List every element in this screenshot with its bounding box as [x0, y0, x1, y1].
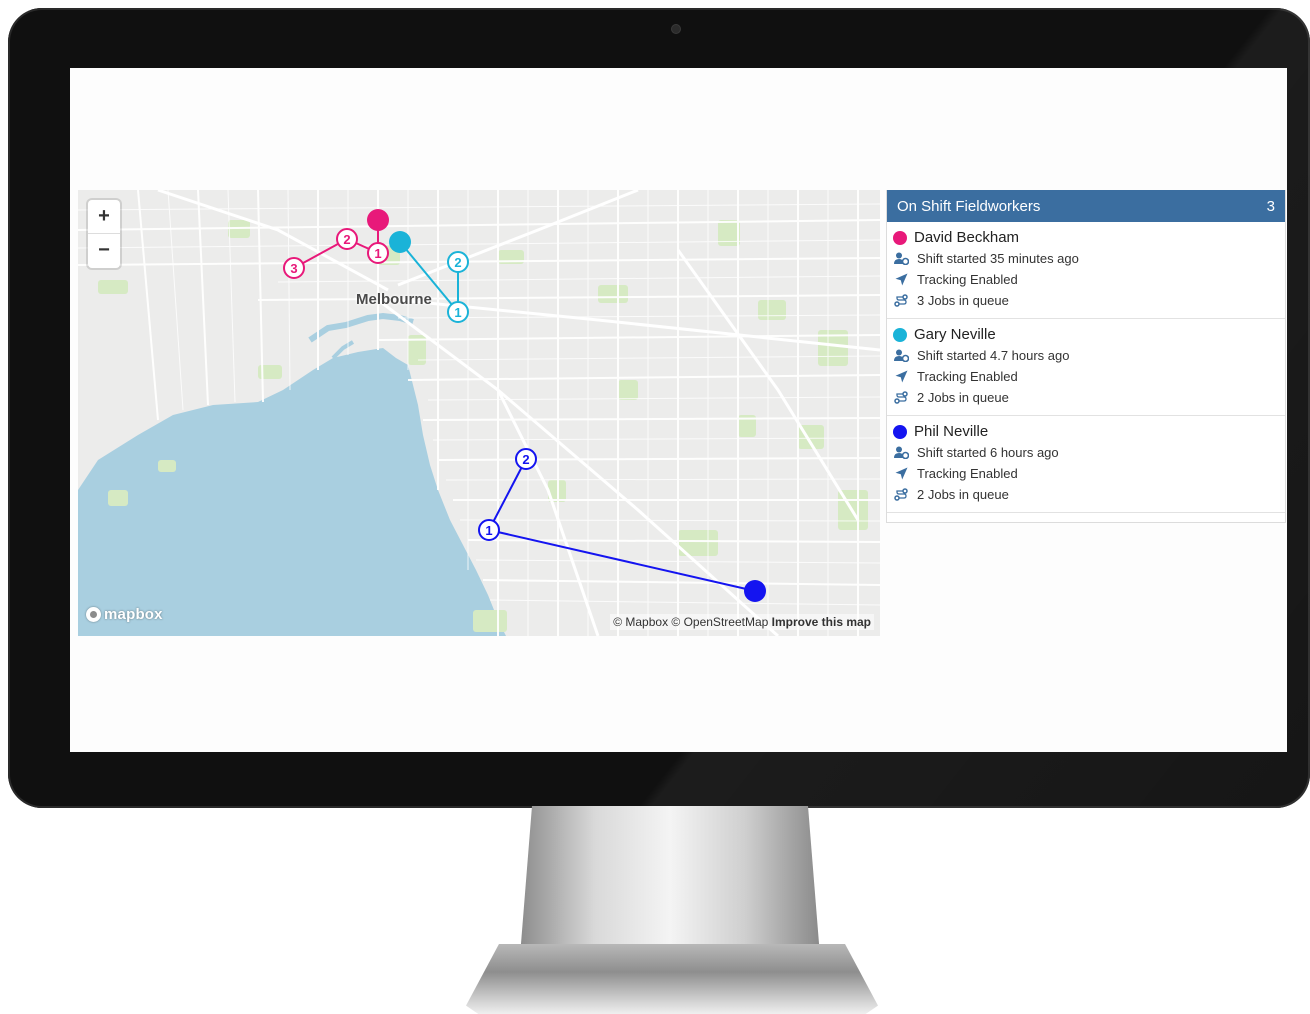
marker-phil-neville [744, 580, 766, 602]
status-dot-icon [893, 424, 907, 439]
panel-title: On Shift Fieldworkers [897, 197, 1041, 215]
location-arrow-icon [893, 370, 909, 384]
fieldworker-item[interactable]: Gary Neville Shift started 4.7 hours ago… [887, 319, 1285, 416]
route-label-gary-2: 2 [454, 255, 461, 270]
improve-map-link[interactable]: Improve this map [772, 615, 871, 629]
screen: 1 2 2 1 3 2 1 Melbourne + − mapbox © Map… [70, 68, 1287, 752]
mapbox-logo[interactable]: mapbox [86, 606, 163, 623]
shift-text: Shift started 6 hours ago [917, 445, 1059, 460]
user-clock-icon [893, 252, 909, 266]
route-label-david-3: 3 [290, 261, 297, 276]
tracking-row: Tracking Enabled [893, 463, 1279, 484]
map-attribution: © Mapbox © OpenStreetMap Improve this ma… [610, 614, 874, 630]
map[interactable]: 1 2 2 1 3 2 1 Melbourne + − mapbox © Map… [78, 190, 880, 636]
fieldworker-name-row: Phil Neville [893, 421, 1279, 442]
city-label: Melbourne [356, 291, 432, 308]
jobs-text: 2 Jobs in queue [917, 487, 1009, 502]
fieldworker-name-row: Gary Neville [893, 324, 1279, 345]
zoom-control: + − [88, 200, 120, 268]
monitor-stand-neck [520, 806, 820, 956]
shift-text: Shift started 35 minutes ago [917, 251, 1079, 266]
marker-david-beckham [367, 209, 389, 231]
tracking-text: Tracking Enabled [917, 272, 1018, 287]
monitor-stand-base [466, 944, 878, 1014]
route-label-phil-1: 1 [485, 523, 492, 538]
fieldworker-name[interactable]: Gary Neville [914, 326, 996, 343]
tracking-row: Tracking Enabled [893, 366, 1279, 387]
status-dot-icon [893, 327, 907, 342]
shift-row: Shift started 35 minutes ago [893, 248, 1279, 269]
marker-gary-neville [389, 231, 411, 253]
bay-water [78, 348, 506, 636]
fieldworker-count: 3 [1266, 197, 1275, 215]
camera [672, 25, 680, 33]
route-label-david-2: 2 [343, 232, 350, 247]
fieldworker-item[interactable]: Phil Neville Shift started 6 hours ago T… [887, 416, 1285, 513]
route-label-phil-2: 2 [522, 452, 529, 467]
mapbox-logo-icon [86, 607, 101, 622]
shift-text: Shift started 4.7 hours ago [917, 348, 1070, 363]
tracking-row: Tracking Enabled [893, 269, 1279, 290]
fieldworker-name[interactable]: David Beckham [914, 229, 1019, 246]
route-label-david-1: 1 [374, 246, 381, 261]
user-clock-icon [893, 349, 909, 363]
location-arrow-icon [893, 273, 909, 287]
shift-row: Shift started 6 hours ago [893, 442, 1279, 463]
jobs-row: 2 Jobs in queue [893, 387, 1279, 408]
mapbox-logo-text: mapbox [104, 606, 163, 623]
user-clock-icon [893, 446, 909, 460]
shift-row: Shift started 4.7 hours ago [893, 345, 1279, 366]
fieldworker-item[interactable]: David Beckham Shift started 35 minutes a… [887, 222, 1285, 319]
zoom-out-button[interactable]: − [88, 233, 120, 267]
fieldworker-name-row: David Beckham [893, 227, 1279, 248]
fieldworkers-panel: On Shift Fieldworkers 3 David Beckham Sh… [886, 190, 1286, 523]
status-dot-icon [893, 230, 907, 245]
map-canvas: 1 2 2 1 3 2 1 [78, 190, 880, 636]
jobs-text: 2 Jobs in queue [917, 390, 1009, 405]
jobs-row: 2 Jobs in queue [893, 484, 1279, 505]
attribution-text[interactable]: © Mapbox © OpenStreetMap [613, 615, 768, 629]
location-arrow-icon [893, 467, 909, 481]
jobs-row: 3 Jobs in queue [893, 290, 1279, 311]
tracking-text: Tracking Enabled [917, 369, 1018, 384]
tracking-text: Tracking Enabled [917, 466, 1018, 481]
zoom-in-button[interactable]: + [88, 200, 120, 233]
monitor-bezel: 1 2 2 1 3 2 1 Melbourne + − mapbox © Map… [8, 8, 1310, 808]
panel-header: On Shift Fieldworkers 3 [887, 190, 1285, 222]
route-label-gary-1: 1 [454, 305, 461, 320]
route-icon [893, 391, 909, 405]
route-phil-neville [478, 448, 766, 602]
jobs-text: 3 Jobs in queue [917, 293, 1009, 308]
fieldworker-name[interactable]: Phil Neville [914, 423, 988, 440]
route-icon [893, 294, 909, 308]
river-water [308, 312, 414, 343]
route-icon [893, 488, 909, 502]
